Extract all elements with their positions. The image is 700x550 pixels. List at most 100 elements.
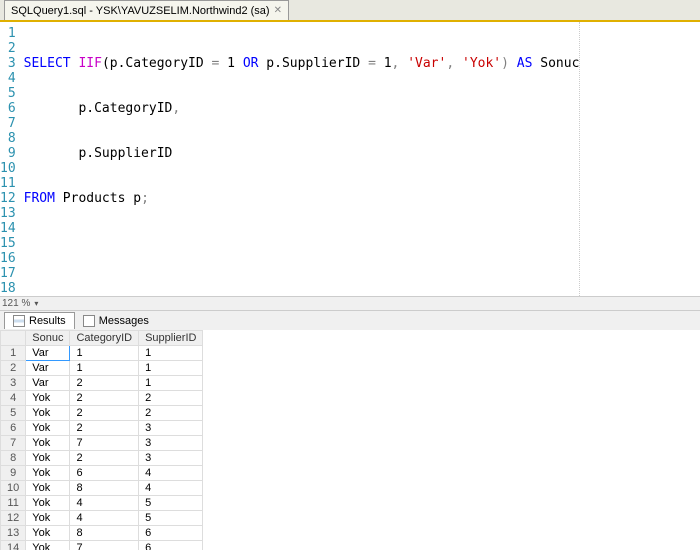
tab-results[interactable]: Results xyxy=(4,312,75,329)
cell-categoryid[interactable]: 4 xyxy=(70,511,139,526)
cell-categoryid[interactable]: 7 xyxy=(70,436,139,451)
code-content[interactable]: SELECT IIF(p.CategoryID = 1 OR p.Supplie… xyxy=(24,22,580,296)
cell-categoryid[interactable]: 8 xyxy=(70,481,139,496)
tab-messages-label: Messages xyxy=(99,315,149,327)
line-number: 14 xyxy=(0,221,16,236)
row-number: 5 xyxy=(1,406,26,421)
cell-supplierid[interactable]: 4 xyxy=(139,481,203,496)
line-number: 9 xyxy=(0,146,16,161)
cell-categoryid[interactable]: 2 xyxy=(70,451,139,466)
line-number: 15 xyxy=(0,236,16,251)
row-number: 12 xyxy=(1,511,26,526)
cell-supplierid[interactable]: 3 xyxy=(139,451,203,466)
table-row[interactable]: 5Yok22 xyxy=(1,406,203,421)
messages-icon xyxy=(83,315,95,327)
cell-sonuc[interactable]: Yok xyxy=(26,511,70,526)
results-grid-area[interactable]: Sonuc CategoryID SupplierID 1Var112Var11… xyxy=(0,330,700,550)
table-row[interactable]: 7Yok73 xyxy=(1,436,203,451)
cell-categoryid[interactable]: 2 xyxy=(70,421,139,436)
cell-categoryid[interactable]: 7 xyxy=(70,541,139,550)
cell-supplierid[interactable]: 2 xyxy=(139,391,203,406)
cell-supplierid[interactable]: 5 xyxy=(139,511,203,526)
cell-supplierid[interactable]: 6 xyxy=(139,526,203,541)
row-number: 10 xyxy=(1,481,26,496)
cell-categoryid[interactable]: 8 xyxy=(70,526,139,541)
results-tab-bar: Results Messages xyxy=(0,310,700,330)
table-row[interactable]: 11Yok45 xyxy=(1,496,203,511)
line-gutter: 123456789101112131415161718 xyxy=(0,22,24,296)
row-number: 8 xyxy=(1,451,26,466)
cell-sonuc[interactable]: Yok xyxy=(26,526,70,541)
table-row[interactable]: 10Yok84 xyxy=(1,481,203,496)
table-row[interactable]: 13Yok86 xyxy=(1,526,203,541)
cell-categoryid[interactable]: 2 xyxy=(70,406,139,421)
cell-sonuc[interactable]: Yok xyxy=(26,481,70,496)
table-row[interactable]: 9Yok64 xyxy=(1,466,203,481)
cell-categoryid[interactable]: 1 xyxy=(70,361,139,376)
line-number: 6 xyxy=(0,101,16,116)
cell-sonuc[interactable]: Yok xyxy=(26,541,70,550)
cell-supplierid[interactable]: 2 xyxy=(139,406,203,421)
chevron-down-icon[interactable]: ▾ xyxy=(34,299,38,308)
table-row[interactable]: 3Var21 xyxy=(1,376,203,391)
cell-supplierid[interactable]: 1 xyxy=(139,346,203,361)
row-number: 11 xyxy=(1,496,26,511)
cell-sonuc[interactable]: Var xyxy=(26,376,70,391)
cell-sonuc[interactable]: Yok xyxy=(26,466,70,481)
tab-messages[interactable]: Messages xyxy=(75,313,157,329)
zoom-level[interactable]: 121 % xyxy=(2,298,30,309)
cell-supplierid[interactable]: 1 xyxy=(139,376,203,391)
table-row[interactable]: 1Var11 xyxy=(1,346,203,361)
cell-categoryid[interactable]: 2 xyxy=(70,391,139,406)
cell-sonuc[interactable]: Yok xyxy=(26,391,70,406)
row-header-blank xyxy=(1,331,26,346)
col-header-sonuc[interactable]: Sonuc xyxy=(26,331,70,346)
results-grid[interactable]: Sonuc CategoryID SupplierID 1Var112Var11… xyxy=(0,330,203,550)
line-number: 1 xyxy=(0,26,16,41)
table-row[interactable]: 12Yok45 xyxy=(1,511,203,526)
cell-sonuc[interactable]: Yok xyxy=(26,406,70,421)
file-tab-label: SQLQuery1.sql - YSK\YAVUZSELIM.Northwind… xyxy=(11,5,270,17)
col-header-supplierid[interactable]: SupplierID xyxy=(139,331,203,346)
row-number: 3 xyxy=(1,376,26,391)
zoom-bar: 121 % ▾ xyxy=(0,296,700,310)
line-number: 4 xyxy=(0,71,16,86)
table-row[interactable]: 2Var11 xyxy=(1,361,203,376)
cell-supplierid[interactable]: 1 xyxy=(139,361,203,376)
close-icon[interactable]: ✕ xyxy=(274,5,282,16)
row-number: 9 xyxy=(1,466,26,481)
line-number: 2 xyxy=(0,41,16,56)
cell-sonuc[interactable]: Var xyxy=(26,346,70,361)
table-row[interactable]: 4Yok22 xyxy=(1,391,203,406)
cell-supplierid[interactable]: 6 xyxy=(139,541,203,550)
cell-categoryid[interactable]: 6 xyxy=(70,466,139,481)
line-number: 7 xyxy=(0,116,16,131)
cell-categoryid[interactable]: 4 xyxy=(70,496,139,511)
line-number: 17 xyxy=(0,266,16,281)
cell-sonuc[interactable]: Yok xyxy=(26,451,70,466)
col-header-categoryid[interactable]: CategoryID xyxy=(70,331,139,346)
table-row[interactable]: 8Yok23 xyxy=(1,451,203,466)
code-editor[interactable]: 123456789101112131415161718 SELECT IIF(p… xyxy=(0,22,580,296)
cell-supplierid[interactable]: 4 xyxy=(139,466,203,481)
file-tab[interactable]: SQLQuery1.sql - YSK\YAVUZSELIM.Northwind… xyxy=(4,0,289,20)
row-number: 4 xyxy=(1,391,26,406)
cell-categoryid[interactable]: 2 xyxy=(70,376,139,391)
cell-supplierid[interactable]: 3 xyxy=(139,436,203,451)
cell-categoryid[interactable]: 1 xyxy=(70,346,139,361)
line-number: 11 xyxy=(0,176,16,191)
cell-supplierid[interactable]: 5 xyxy=(139,496,203,511)
row-number: 1 xyxy=(1,346,26,361)
cell-sonuc[interactable]: Yok xyxy=(26,496,70,511)
line-number: 16 xyxy=(0,251,16,266)
grid-icon xyxy=(13,315,25,327)
line-number: 13 xyxy=(0,206,16,221)
cell-sonuc[interactable]: Yok xyxy=(26,421,70,436)
cell-sonuc[interactable]: Var xyxy=(26,361,70,376)
line-number: 8 xyxy=(0,131,16,146)
table-row[interactable]: 6Yok23 xyxy=(1,421,203,436)
cell-supplierid[interactable]: 3 xyxy=(139,421,203,436)
cell-sonuc[interactable]: Yok xyxy=(26,436,70,451)
line-number: 3 xyxy=(0,56,16,71)
table-row[interactable]: 14Yok76 xyxy=(1,541,203,550)
